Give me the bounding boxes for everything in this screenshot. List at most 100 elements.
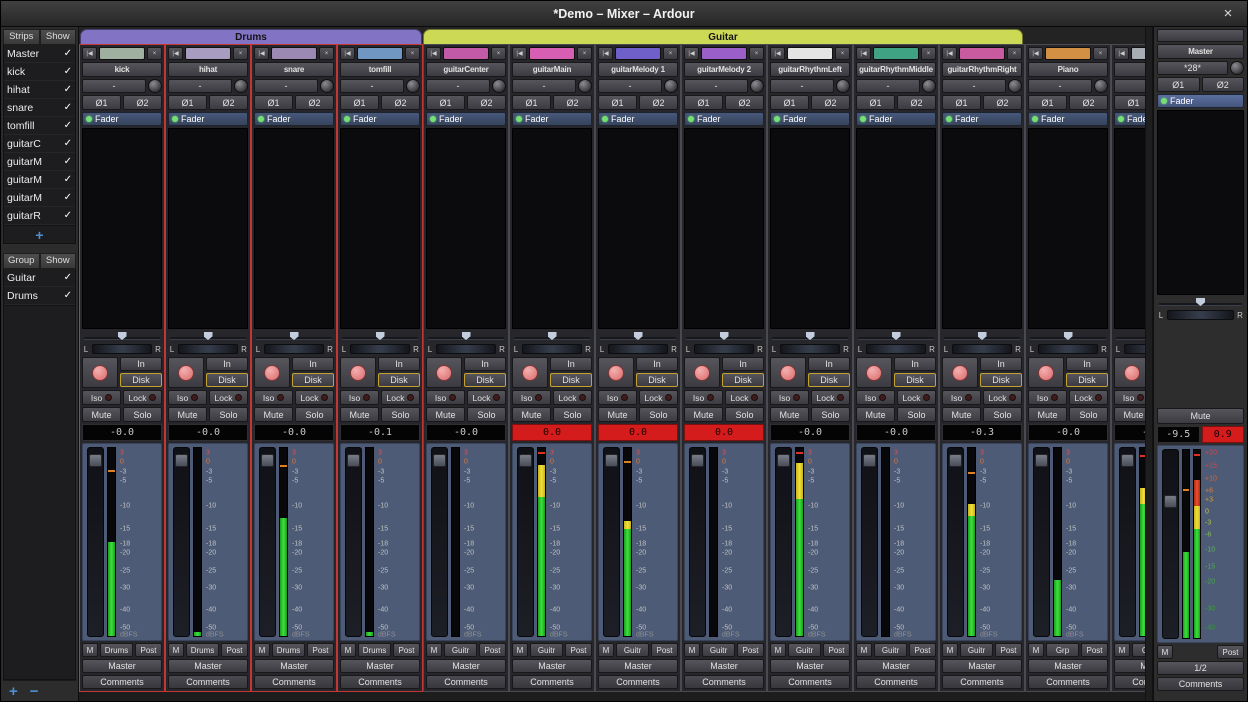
strip-width-button[interactable]: |◀: [856, 47, 871, 60]
group-button[interactable]: Drums: [100, 643, 133, 657]
processor-led[interactable]: [344, 116, 350, 122]
processor-box[interactable]: [770, 128, 850, 329]
strip-hide-button[interactable]: ×: [319, 47, 334, 60]
solo-lock-button[interactable]: Lock: [983, 390, 1022, 405]
strip-list-item-row[interactable]: guitarM✓: [4, 171, 75, 189]
phase-1-button[interactable]: Ø1: [1028, 95, 1067, 110]
pan-handle[interactable]: [376, 332, 385, 340]
monitor-disk-button[interactable]: Disk: [550, 373, 592, 387]
trim-knob[interactable]: [836, 79, 850, 93]
group-button[interactable]: Grp: [1132, 643, 1145, 657]
comments-button[interactable]: Comments: [426, 675, 506, 689]
mute-button[interactable]: Mute: [512, 407, 551, 422]
gain-display[interactable]: -0.0: [82, 424, 162, 441]
metering-button[interactable]: M: [684, 643, 700, 657]
processor-led[interactable]: [688, 116, 694, 122]
strip-color-bar[interactable]: [1045, 47, 1091, 60]
strip-hide-button[interactable]: ×: [405, 47, 420, 60]
group-button[interactable]: Drums: [358, 643, 391, 657]
window-close-button[interactable]: ×: [1219, 5, 1237, 23]
pan-slider[interactable]: [254, 331, 334, 341]
phase-1-button[interactable]: Ø1: [684, 95, 723, 110]
input-button[interactable]: -: [598, 79, 662, 93]
mute-button[interactable]: Mute: [1114, 407, 1145, 422]
monitor-disk-button[interactable]: Disk: [808, 373, 850, 387]
pan-trough[interactable]: [522, 344, 582, 354]
strip-width-button[interactable]: |◀: [598, 47, 613, 60]
comments-button[interactable]: Comments: [684, 675, 764, 689]
pan-slider[interactable]: [168, 331, 248, 341]
metering-button[interactable]: M: [340, 643, 356, 657]
pan-slider[interactable]: [82, 331, 162, 341]
strip-name-button[interactable]: guitarRhythmRight: [942, 62, 1022, 77]
comments-button[interactable]: Comments: [340, 675, 420, 689]
strip-color-bar[interactable]: [701, 47, 747, 60]
phase-1-button[interactable]: Ø1: [168, 95, 207, 110]
master-phase-2-button[interactable]: Ø2: [1202, 77, 1245, 92]
fader-handle[interactable]: [949, 454, 962, 467]
strip-hide-button[interactable]: ×: [835, 47, 850, 60]
output-button[interactable]: Master: [684, 659, 764, 673]
phase-2-button[interactable]: Ø2: [381, 95, 420, 110]
record-enable-button[interactable]: [426, 357, 462, 388]
fader-handle[interactable]: [519, 454, 532, 467]
record-enable-button[interactable]: [168, 357, 204, 388]
solo-lock-button[interactable]: Lock: [1069, 390, 1108, 405]
monitor-input-button[interactable]: In: [894, 357, 936, 371]
input-button[interactable]: -: [770, 79, 834, 93]
fader-handle[interactable]: [433, 454, 446, 467]
pan-slider[interactable]: [1028, 331, 1108, 341]
metering-button[interactable]: M: [168, 643, 184, 657]
processor-box[interactable]: [684, 128, 764, 329]
group-tab-drums[interactable]: Drums: [80, 29, 422, 44]
monitor-disk-button[interactable]: Disk: [464, 373, 506, 387]
pan-handle[interactable]: [204, 332, 213, 340]
mute-button[interactable]: Mute: [856, 407, 895, 422]
processor-box[interactable]: [254, 128, 334, 329]
pan-handle[interactable]: [720, 332, 729, 340]
monitor-input-button[interactable]: In: [636, 357, 678, 371]
monitor-input-button[interactable]: In: [378, 357, 420, 371]
processor-led[interactable]: [1118, 116, 1124, 122]
output-button[interactable]: Master: [770, 659, 850, 673]
channel-fader[interactable]: [431, 447, 448, 637]
group-button[interactable]: Guitr: [874, 643, 907, 657]
processor-box[interactable]: [1028, 128, 1108, 329]
processor-box[interactable]: [512, 128, 592, 329]
strip-color-bar[interactable]: [873, 47, 919, 60]
meter-point-button[interactable]: Post: [1081, 643, 1108, 657]
pan-handle[interactable]: [548, 332, 557, 340]
strip-name-button[interactable]: snare: [254, 62, 334, 77]
strip-width-button[interactable]: |◀: [82, 47, 97, 60]
phase-2-button[interactable]: Ø2: [725, 95, 764, 110]
strip-width-button[interactable]: |◀: [770, 47, 785, 60]
input-button[interactable]: -: [1114, 79, 1145, 93]
gain-display[interactable]: 0.0: [512, 424, 592, 441]
solo-isolate-button[interactable]: Iso: [1028, 390, 1067, 405]
meter-point-button[interactable]: Post: [393, 643, 420, 657]
pan-trough[interactable]: [866, 344, 926, 354]
pan-slider[interactable]: [770, 331, 850, 341]
solo-isolate-button[interactable]: Iso: [340, 390, 379, 405]
master-fader-handle[interactable]: [1164, 495, 1177, 508]
group-button[interactable]: Guitr: [530, 643, 563, 657]
sidebar-splitter[interactable]: [3, 244, 76, 253]
monitor-disk-button[interactable]: Disk: [980, 373, 1022, 387]
phase-2-button[interactable]: Ø2: [553, 95, 592, 110]
strip-hide-button[interactable]: ×: [1093, 47, 1108, 60]
strip-list-item-row[interactable]: guitarM✓: [4, 153, 75, 171]
strip-name-button[interactable]: st: [1114, 62, 1145, 77]
meter-point-button[interactable]: Post: [995, 643, 1022, 657]
processor-box[interactable]: [942, 128, 1022, 329]
solo-button[interactable]: Solo: [553, 407, 592, 422]
channel-fader[interactable]: [775, 447, 792, 637]
monitor-disk-button[interactable]: Disk: [378, 373, 420, 387]
solo-lock-button[interactable]: Lock: [553, 390, 592, 405]
gain-display[interactable]: -0.0: [1028, 424, 1108, 441]
group-button[interactable]: Guitr: [960, 643, 993, 657]
add-strip-icon[interactable]: +: [35, 228, 43, 242]
monitor-disk-button[interactable]: Disk: [1066, 373, 1108, 387]
strip-width-button[interactable]: |◀: [426, 47, 441, 60]
pan-trough[interactable]: [92, 344, 152, 354]
solo-isolate-button[interactable]: Iso: [426, 390, 465, 405]
